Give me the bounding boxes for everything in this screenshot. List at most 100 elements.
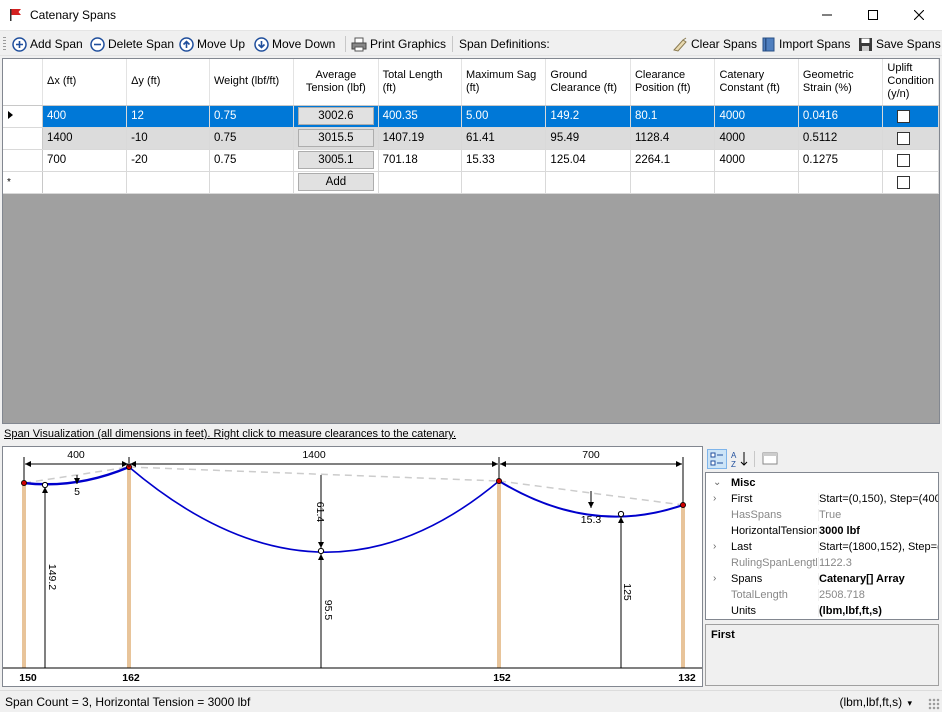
move-up-button[interactable]: Move Up xyxy=(179,35,245,53)
cell-catenary-constant[interactable]: 4000 xyxy=(714,149,799,172)
clear-spans-button[interactable]: Clear Spans xyxy=(672,35,757,53)
property-row[interactable]: › Last Start=(1800,152), Step=(700,-20) xyxy=(706,539,938,555)
property-row[interactable]: HorizontalTension 3000 lbf xyxy=(706,523,938,539)
import-spans-button[interactable]: Import Spans xyxy=(761,35,850,53)
cell-catenary-constant[interactable]: 4000 xyxy=(714,105,799,128)
cell-dx[interactable] xyxy=(42,171,128,194)
cell-geometric-strain[interactable]: 0.1275 xyxy=(798,149,884,172)
cell-ground-clearance[interactable]: 125.04 xyxy=(545,149,631,172)
cell-ground-clearance[interactable]: 149.2 xyxy=(545,105,631,128)
expand-chevron-icon[interactable]: › xyxy=(713,541,716,552)
uplift-checkbox[interactable] xyxy=(897,109,911,123)
property-value[interactable]: True xyxy=(818,509,938,521)
col-header-weight[interactable]: Weight (lbf/ft) xyxy=(209,59,295,106)
new-row[interactable]: * Add xyxy=(3,171,939,194)
save-spans-button[interactable]: Save Spans xyxy=(858,35,941,53)
cell-weight[interactable]: 0.75 xyxy=(209,105,295,128)
cell-geometric-strain[interactable]: 0.5112 xyxy=(798,127,884,150)
print-graphics-button[interactable]: Print Graphics xyxy=(351,35,446,53)
cell-uplift-condition[interactable] xyxy=(882,149,939,172)
row-header[interactable] xyxy=(3,127,43,150)
row-header-corner[interactable] xyxy=(3,59,43,106)
cell-weight[interactable]: 0.75 xyxy=(209,127,295,150)
cell-dy[interactable]: -20 xyxy=(126,149,210,172)
property-value[interactable]: Catenary[] Array xyxy=(818,573,938,585)
col-header-maximum-sag[interactable]: Maximum Sag (ft) xyxy=(461,59,547,106)
property-list[interactable]: ⌄ Misc › First Start=(0,150), Step=(400,… xyxy=(705,472,939,620)
cell-total-length[interactable]: 701.18 xyxy=(378,149,462,172)
cell-ground-clearance[interactable] xyxy=(545,171,631,194)
property-row[interactable]: RulingSpanLength 1122.3 xyxy=(706,555,938,571)
cell-average-tension[interactable]: 3015.5 xyxy=(293,127,379,150)
property-row[interactable]: TotalLength 2508.718 xyxy=(706,587,938,603)
average-tension-button[interactable]: 3002.6 xyxy=(298,107,374,125)
span-visualization[interactable]: 400 1400 700 5 61.4 15.3 149.2 95.5 125 … xyxy=(2,446,703,687)
collapse-chevron-icon[interactable]: ⌄ xyxy=(713,477,721,488)
table-row[interactable]: 1400 -10 0.75 3015.5 1407.19 61.41 95.49… xyxy=(3,127,939,150)
resize-grip[interactable] xyxy=(928,698,940,710)
uplift-checkbox[interactable] xyxy=(897,175,911,189)
table-row[interactable]: 400 12 0.75 3002.6 400.35 5.00 149.2 80.… xyxy=(3,105,939,128)
property-row[interactable]: Units (lbm,lbf,ft,s) xyxy=(706,603,938,619)
cell-total-length[interactable] xyxy=(378,171,462,194)
col-header-clearance-position[interactable]: Clearance Position (ft) xyxy=(630,59,716,106)
toolbar-grip[interactable] xyxy=(3,37,6,51)
average-tension-button[interactable]: 3015.5 xyxy=(298,129,374,147)
minimize-button[interactable] xyxy=(804,0,850,30)
cell-uplift-condition[interactable] xyxy=(882,171,939,194)
cell-clearance-position[interactable]: 1128.4 xyxy=(630,127,716,150)
uplift-checkbox[interactable] xyxy=(897,131,911,145)
cell-total-length[interactable]: 400.35 xyxy=(378,105,462,128)
cell-ground-clearance[interactable]: 95.49 xyxy=(545,127,631,150)
col-header-dx[interactable]: Δx (ft) xyxy=(42,59,128,106)
property-value[interactable]: (lbm,lbf,ft,s) xyxy=(818,605,938,617)
table-row[interactable]: 700 -20 0.75 3005.1 701.18 15.33 125.04 … xyxy=(3,149,939,172)
property-value[interactable]: 2508.718 xyxy=(818,589,938,601)
property-value[interactable]: 1122.3 xyxy=(818,557,938,569)
new-row-marker[interactable]: * xyxy=(3,171,43,194)
cell-clearance-position[interactable]: 80.1 xyxy=(630,105,716,128)
close-button[interactable] xyxy=(896,0,942,30)
delete-span-button[interactable]: Delete Span xyxy=(90,35,174,53)
span-grid[interactable]: Δx (ft) Δy (ft) Weight (lbf/ft) Average … xyxy=(2,58,940,424)
cell-dy[interactable]: -10 xyxy=(126,127,210,150)
col-header-total-length[interactable]: Total Length (ft) xyxy=(378,59,462,106)
property-value[interactable]: 3000 lbf xyxy=(818,525,938,537)
cell-average-tension[interactable]: 3002.6 xyxy=(293,105,379,128)
cell-dy[interactable] xyxy=(126,171,210,194)
property-category[interactable]: ⌄ Misc xyxy=(706,475,938,491)
col-header-uplift-condition[interactable]: Uplift Condition (y/n) xyxy=(882,59,939,106)
maximize-button[interactable] xyxy=(850,0,896,30)
uplift-checkbox[interactable] xyxy=(897,153,911,167)
categorized-button[interactable] xyxy=(707,449,727,469)
property-row[interactable]: › First Start=(0,150), Step=(400,12) xyxy=(706,491,938,507)
property-pages-button[interactable] xyxy=(761,449,781,469)
cell-uplift-condition[interactable] xyxy=(882,127,939,150)
cell-maximum-sag[interactable]: 15.33 xyxy=(461,149,547,172)
alphabetical-button[interactable]: AZ xyxy=(730,449,750,469)
add-span-button[interactable]: Add Span xyxy=(12,35,83,53)
row-header[interactable] xyxy=(3,105,43,128)
cell-weight[interactable] xyxy=(209,171,295,194)
cell-dx[interactable]: 400 xyxy=(42,105,128,128)
cell-clearance-position[interactable] xyxy=(630,171,716,194)
cell-average-tension[interactable]: Add xyxy=(293,171,379,194)
cell-dx[interactable]: 700 xyxy=(42,149,128,172)
col-header-catenary-constant[interactable]: Catenary Constant (ft) xyxy=(714,59,799,106)
col-header-dy[interactable]: Δy (ft) xyxy=(126,59,210,106)
row-header[interactable] xyxy=(3,149,43,172)
cell-maximum-sag[interactable]: 5.00 xyxy=(461,105,547,128)
cell-weight[interactable]: 0.75 xyxy=(209,149,295,172)
cell-maximum-sag[interactable] xyxy=(461,171,547,194)
cell-geometric-strain[interactable]: 0.0416 xyxy=(798,105,884,128)
cell-geometric-strain[interactable] xyxy=(798,171,884,194)
col-header-ground-clearance[interactable]: Ground Clearance (ft) xyxy=(545,59,631,106)
visualization-caption[interactable]: Span Visualization (all dimensions in fe… xyxy=(4,428,456,440)
cell-dx[interactable]: 1400 xyxy=(42,127,128,150)
cell-maximum-sag[interactable]: 61.41 xyxy=(461,127,547,150)
col-header-geometric-strain[interactable]: Geometric Strain (%) xyxy=(798,59,884,106)
move-down-button[interactable]: Move Down xyxy=(254,35,335,53)
cell-total-length[interactable]: 1407.19 xyxy=(378,127,462,150)
cell-dy[interactable]: 12 xyxy=(126,105,210,128)
cell-catenary-constant[interactable] xyxy=(714,171,799,194)
